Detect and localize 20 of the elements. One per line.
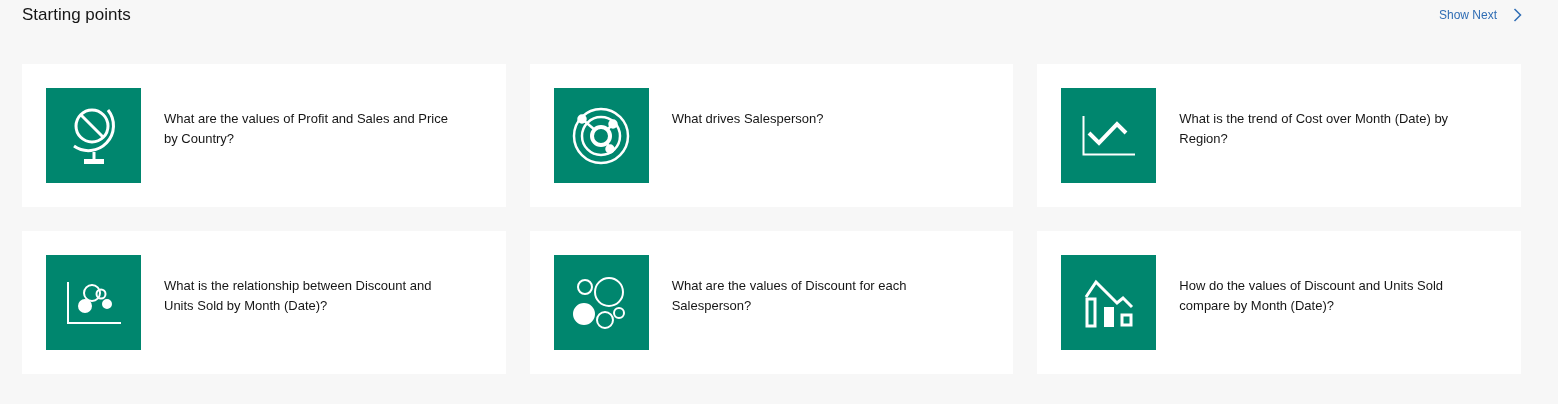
question-card[interactable]: What are the values of Discount for each Salesperson?	[529, 231, 1014, 374]
question-text: What drives Salesperson?	[671, 110, 824, 128]
question-card[interactable]: What is the relationship between Discount and Units Sold by Month (Date)?	[22, 231, 506, 374]
question-text: What is the relationship between Discount and Units Sold by Month (Date)?	[164, 277, 433, 315]
line-chart-icon	[1081, 115, 1136, 156]
question-text: What are the values of Profit and Sales and Price by Country?	[164, 110, 449, 148]
network-icon	[572, 106, 631, 165]
section-title: Starting points	[22, 5, 131, 25]
show-next-link[interactable]: Show Next	[1438, 8, 1522, 22]
bar-line-chart-icon	[1083, 277, 1134, 328]
question-card[interactable]: What is the trend of Cost over Month (Date) by Region?	[1037, 64, 1521, 207]
chevron-right-icon	[1513, 8, 1522, 22]
question-card[interactable]: What are the values of Profit and Sales and Price by Country?	[22, 64, 506, 207]
question-card[interactable]: What drives Salesperson?	[529, 64, 1014, 207]
globe-icon	[71, 106, 116, 165]
question-text: What are the values of Discount for each Salesperson?	[671, 277, 908, 315]
question-text: How do the values of Discount and Units Sold compare by Month (Date)?	[1179, 277, 1445, 315]
scatter-chart-icon	[66, 281, 121, 324]
question-text: What is the trend of Cost over Month (Date) by Region?	[1179, 110, 1450, 148]
question-card[interactable]: How do the values of Discount and Units Sold compare by Month (Date)?	[1037, 231, 1521, 374]
